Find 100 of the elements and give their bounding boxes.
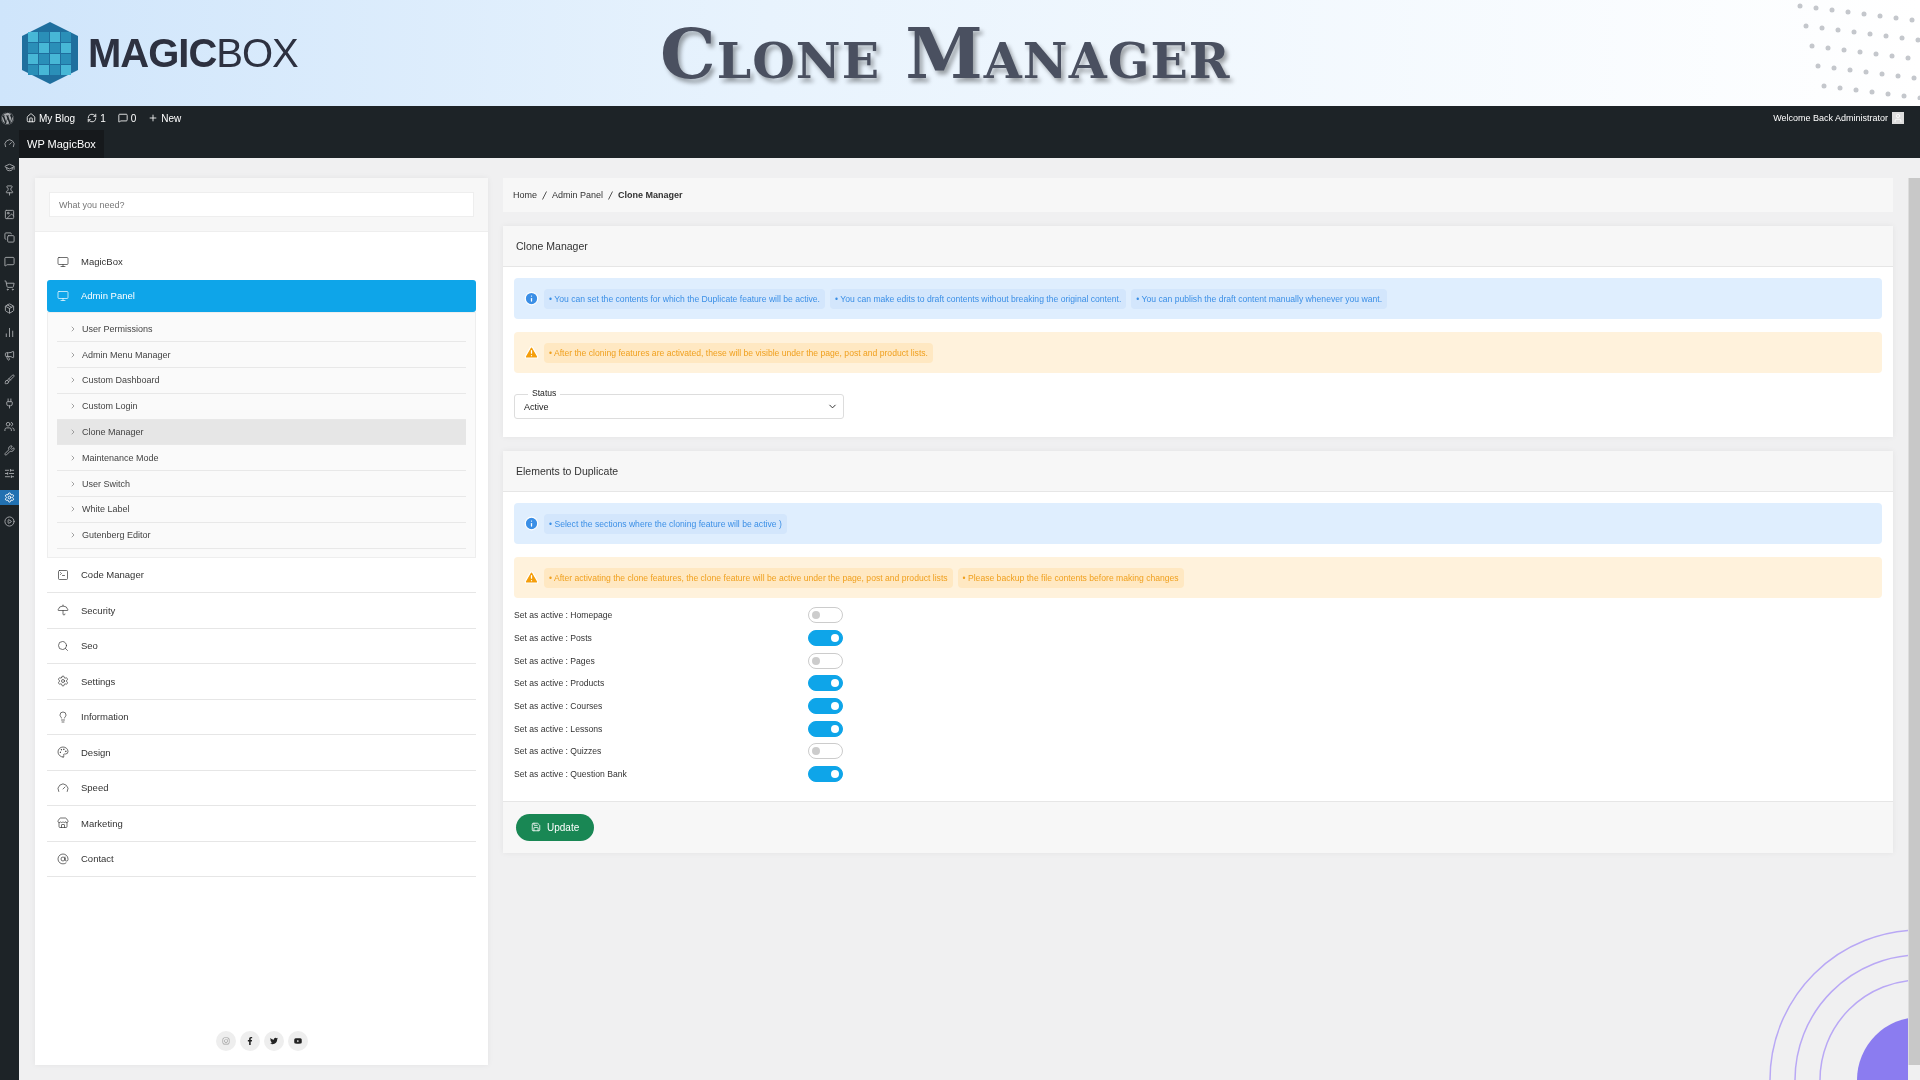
toggle-label: Set as active : Pages [514,655,596,666]
refresh-icon [87,113,98,123]
sidebar-item[interactable]: Seo [47,628,476,665]
toggle-label: Set as active : Products [514,678,606,689]
toggle-switch[interactable] [808,630,843,647]
breadcrumb-link[interactable]: Home [513,190,537,200]
sidebar-item[interactable]: Speed [47,770,476,807]
plus-icon [148,113,159,123]
toggle-label: Set as active : Courses [514,701,604,712]
warning-icon [524,570,539,585]
comment-icon [117,113,128,123]
card-title: Clone Manager [516,240,588,252]
instagram-icon [221,1037,230,1045]
toggle-label: Set as active : Homepage [514,610,614,621]
home-icon [26,113,36,123]
submenu-label: User Permissions [82,323,153,334]
notice-text: • After activating the clone features, the clone feature will be active under the page, post and product lists [544,567,953,588]
notice-text: • After the cloning features are activated, these will be visible under the page, post and product lists. [544,342,933,363]
admin-bar-item[interactable]: 1 [87,112,106,124]
submenu-item[interactable]: Clone Manager [57,419,466,446]
lightbulb-icon [57,710,69,723]
sidebar-item[interactable]: Information [47,699,476,736]
submenu-label: Clone Manager [82,427,144,438]
notice-text: • You can publish the draft content manually whenever you want. [1131,288,1388,309]
submenu-item[interactable]: White Label [57,497,466,523]
submenu-label: User Switch [82,478,130,489]
sidebar-item[interactable]: Design [47,735,476,771]
sidebar-item-label: MagicBox [81,256,123,268]
info-icon [524,516,539,531]
card-title: Elements to Duplicate [516,465,619,477]
umbrella-icon [57,604,69,617]
admin-bar-item[interactable]: New [148,112,182,124]
notice-text: • Select the sections where the cloning feature will be active ) [544,513,787,534]
toggle-switch[interactable] [808,743,843,760]
chevron-icon [69,479,77,488]
notice-text: • Please backup the file contents before making changes [957,567,1184,588]
cube-logo-icon [20,20,80,86]
sidebar-item-label: Seo [81,640,98,652]
admin-bar-item[interactable]: My Blog [26,112,76,124]
sidebar-item-label: Code Manager [81,569,144,581]
toggle-switch[interactable] [808,652,843,669]
sidebar-item[interactable]: Marketing [47,806,476,842]
admin-menu-icon[interactable] [0,489,19,505]
toggle-switch[interactable] [808,698,843,715]
toggle-switch[interactable] [808,607,843,624]
sidebar-item[interactable]: Security [47,593,476,629]
submenu-item[interactable]: User Switch [57,471,466,498]
sidebar-item-label: Information [81,711,129,723]
chevron-icon [69,402,77,411]
submenu-item[interactable]: User Permissions [57,316,466,343]
banner-title: Clone Manager [660,11,1231,95]
sidebar-item[interactable]: MagicBox [47,244,476,280]
submenu-item[interactable]: Admin Menu Manager [57,342,466,369]
facebook-button[interactable] [239,1031,260,1051]
chevron-icon [69,428,77,437]
submenu-label: Maintenance Mode [82,452,159,463]
monitor-icon [57,289,69,302]
breadcrumb-link[interactable]: Admin Panel [552,190,604,200]
welcome-text: Welcome Back Administrator [1773,113,1888,123]
admin-bar-item[interactable]: 0 [117,112,137,124]
monitor-icon [57,255,69,268]
submenu-item[interactable]: Gutenberg Editor [57,522,466,549]
breadcrumb-separator-icon [542,190,547,200]
youtube-button[interactable] [287,1031,308,1051]
sidebar-item-label: Admin Panel [81,290,135,301]
update-button[interactable]: Update [516,813,595,841]
app-title[interactable]: WP MagicBox [19,130,104,158]
chevron-icon [69,324,77,333]
sidebar-item[interactable]: Contact [47,841,476,878]
submenu-label: White Label [82,504,130,515]
chevron-icon [69,531,77,540]
palette-icon [57,746,69,759]
chevron-icon [69,350,77,359]
submenu-label: Gutenberg Editor [82,530,151,541]
toggle-switch[interactable] [808,720,843,737]
submenu-item[interactable]: Custom Dashboard [57,368,466,394]
submenu-label: Custom Dashboard [82,375,160,386]
sidebar-item-label: Speed [81,782,109,794]
sidebar-item[interactable]: Code Manager [47,557,476,594]
scrollbar[interactable] [1908,178,1920,1065]
sidebar-item-label: Settings [81,675,116,687]
sidebar-item-label: Contact [81,853,114,865]
breadcrumb-separator-icon [608,190,614,200]
notice-text: • You can set the contents for which the Duplicate feature will be active. [544,288,825,309]
save-icon [531,822,541,832]
submenu-item[interactable]: Maintenance Mode [57,445,466,472]
toggle-label: Set as active : Lessons [514,723,604,734]
twitter-button[interactable] [263,1031,284,1051]
terminal-icon [57,568,69,581]
search-field[interactable]: What you need? [49,192,474,217]
toggle-switch[interactable] [808,766,843,783]
sidebar-item[interactable]: Settings [47,664,476,700]
wordpress-icon[interactable] [1,111,14,125]
chevron-icon [69,376,77,385]
toggle-switch[interactable] [808,675,843,692]
brand-logo: MAGICBOX [88,30,298,76]
breadcrumb-link[interactable]: Clone Manager [618,190,683,200]
toggle-label: Set as active : Question Bank [514,769,628,780]
submenu-item[interactable]: Custom Login [57,393,466,420]
select-value: Active [524,401,549,412]
